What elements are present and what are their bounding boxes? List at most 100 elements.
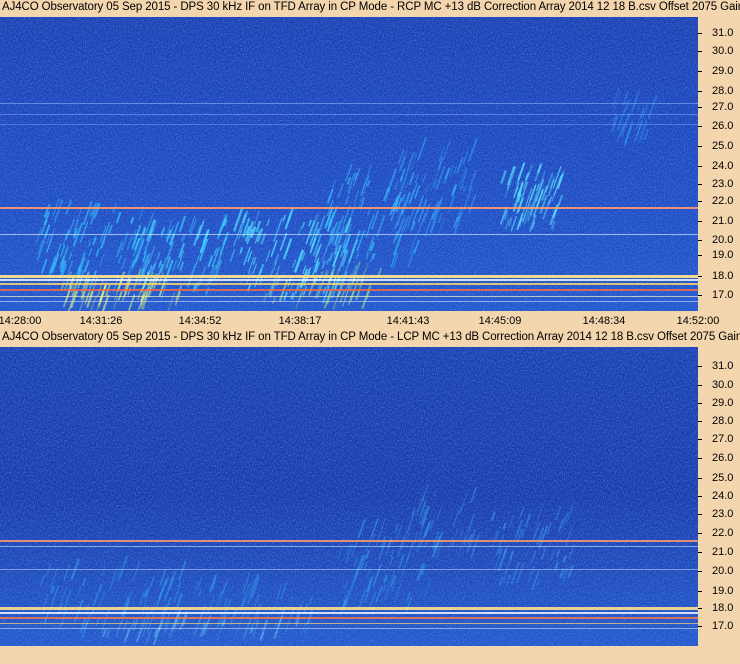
frequency-tick: 17.0 [698, 620, 740, 632]
frequency-tick: 30.0 [698, 45, 740, 57]
frequency-tick-label: 19.0 [712, 249, 734, 261]
frequency-tick-label: 30.0 [712, 379, 734, 391]
tick-mark [698, 608, 702, 609]
frequency-tick: 27.0 [698, 433, 740, 445]
frequency-tick: 21.0 [698, 546, 740, 558]
time-tick-label: 14:41:43 [386, 315, 430, 327]
frequency-tick-label: 20.0 [712, 565, 734, 577]
tick-mark [698, 221, 702, 222]
frequency-tick-label: 27.0 [712, 101, 734, 113]
interference-line [0, 301, 698, 302]
rcp-title: AJ4CO Observatory 05 Sep 2015 - DPS 30 k… [2, 1, 740, 13]
frequency-tick: 20.0 [698, 565, 740, 577]
frequency-tick: 19.0 [698, 585, 740, 597]
frequency-tick: 30.0 [698, 379, 740, 391]
tick-mark [698, 91, 702, 92]
frequency-tick-label: 21.0 [712, 215, 734, 227]
frequency-tick-label: 19.0 [712, 585, 734, 597]
frequency-tick: 22.0 [698, 527, 740, 539]
frequency-tick: 29.0 [698, 65, 740, 77]
interference-line [0, 103, 698, 104]
time-tick-label: 14:45:09 [478, 315, 522, 327]
frequency-tick: 28.0 [698, 415, 740, 427]
tick-mark [698, 626, 702, 627]
tick-mark [698, 33, 702, 34]
frequency-tick-label: 22.0 [712, 527, 734, 539]
frequency-tick: 31.0 [698, 360, 740, 372]
lcp-panel: AJ4CO Observatory 05 Sep 2015 - DPS 30 k… [0, 330, 740, 664]
tick-mark [698, 403, 702, 404]
frequency-tick: 24.0 [698, 490, 740, 502]
frequency-tick-label: 17.0 [712, 620, 734, 632]
frequency-tick: 19.0 [698, 249, 740, 261]
interference-line [0, 540, 698, 542]
interference-line [0, 296, 698, 297]
frequency-tick-label: 17.0 [712, 289, 734, 301]
frequency-tick-label: 25.0 [712, 140, 734, 152]
interference-line [0, 612, 698, 614]
frequency-tick-label: 28.0 [712, 85, 734, 97]
frequency-tick-label: 29.0 [712, 65, 734, 77]
tick-mark [698, 366, 702, 367]
interference-line [0, 607, 698, 610]
frequency-tick-label: 26.0 [712, 120, 734, 132]
frequency-tick: 27.0 [698, 101, 740, 113]
bottom-strip [0, 646, 740, 664]
frequency-tick-label: 24.0 [712, 490, 734, 502]
interference-line [0, 283, 698, 285]
frequency-tick-label: 20.0 [712, 234, 734, 246]
frequency-tick: 28.0 [698, 85, 740, 97]
frequency-tick-label: 31.0 [712, 27, 734, 39]
tick-mark [698, 71, 702, 72]
rcp-spectrogram [0, 17, 698, 311]
interference-line [0, 289, 698, 291]
frequency-tick-label: 26.0 [712, 452, 734, 464]
frequency-tick: 25.0 [698, 140, 740, 152]
tick-mark [698, 295, 702, 296]
tick-mark [698, 533, 702, 534]
tick-mark [698, 571, 702, 572]
rcp-title-bar: AJ4CO Observatory 05 Sep 2015 - DPS 30 k… [0, 0, 740, 17]
tick-mark [698, 51, 702, 52]
lcp-title: AJ4CO Observatory 05 Sep 2015 - DPS 30 k… [2, 331, 740, 343]
tick-mark [698, 240, 702, 241]
frequency-tick-label: 30.0 [712, 45, 734, 57]
rcp-spectrogram-image [0, 17, 698, 311]
frequency-tick: 31.0 [698, 27, 740, 39]
frequency-tick: 18.0 [698, 602, 740, 614]
tick-mark [698, 421, 702, 422]
tick-mark [698, 458, 702, 459]
tick-mark [698, 184, 702, 185]
frequency-tick: 26.0 [698, 120, 740, 132]
time-tick-label: 14:34:52 [178, 315, 222, 327]
tick-mark [698, 439, 702, 440]
frequency-tick-label: 31.0 [712, 360, 734, 372]
tick-mark [698, 107, 702, 108]
frequency-tick: 22.0 [698, 195, 740, 207]
frequency-tick-label: 24.0 [712, 160, 734, 172]
lcp-frequency-axis: 31.0 30.0 29.0 28.0 27.0 26.0 25.0 24.0 23.0 22.0… [698, 347, 740, 646]
lcp-spectrogram-image [0, 347, 698, 646]
frequency-tick: 20.0 [698, 234, 740, 246]
tick-mark [698, 166, 702, 167]
frequency-tick-label: 27.0 [712, 433, 734, 445]
lcp-title-bar: AJ4CO Observatory 05 Sep 2015 - DPS 30 k… [0, 330, 740, 347]
tick-mark [698, 478, 702, 479]
frequency-tick-label: 18.0 [712, 602, 734, 614]
tick-mark [698, 514, 702, 515]
frequency-tick-label: 29.0 [712, 397, 734, 409]
time-tick-label: 14:52:00 [676, 315, 720, 327]
tick-mark [698, 255, 702, 256]
frequency-tick: 25.0 [698, 472, 740, 484]
interference-line [0, 234, 698, 235]
tick-mark [698, 276, 702, 277]
rcp-panel: AJ4CO Observatory 05 Sep 2015 - DPS 30 k… [0, 0, 740, 330]
frequency-tick: 29.0 [698, 397, 740, 409]
frequency-tick-label: 28.0 [712, 415, 734, 427]
interference-line [0, 623, 698, 624]
lcp-spectrogram [0, 347, 698, 646]
rcp-frequency-axis: 31.0 30.0 29.0 28.0 27.0 26.0 25.0 24.0 23.0 22.0… [698, 17, 740, 311]
tick-mark [698, 201, 702, 202]
frequency-tick-label: 18.0 [712, 270, 734, 282]
frequency-tick: 21.0 [698, 215, 740, 227]
